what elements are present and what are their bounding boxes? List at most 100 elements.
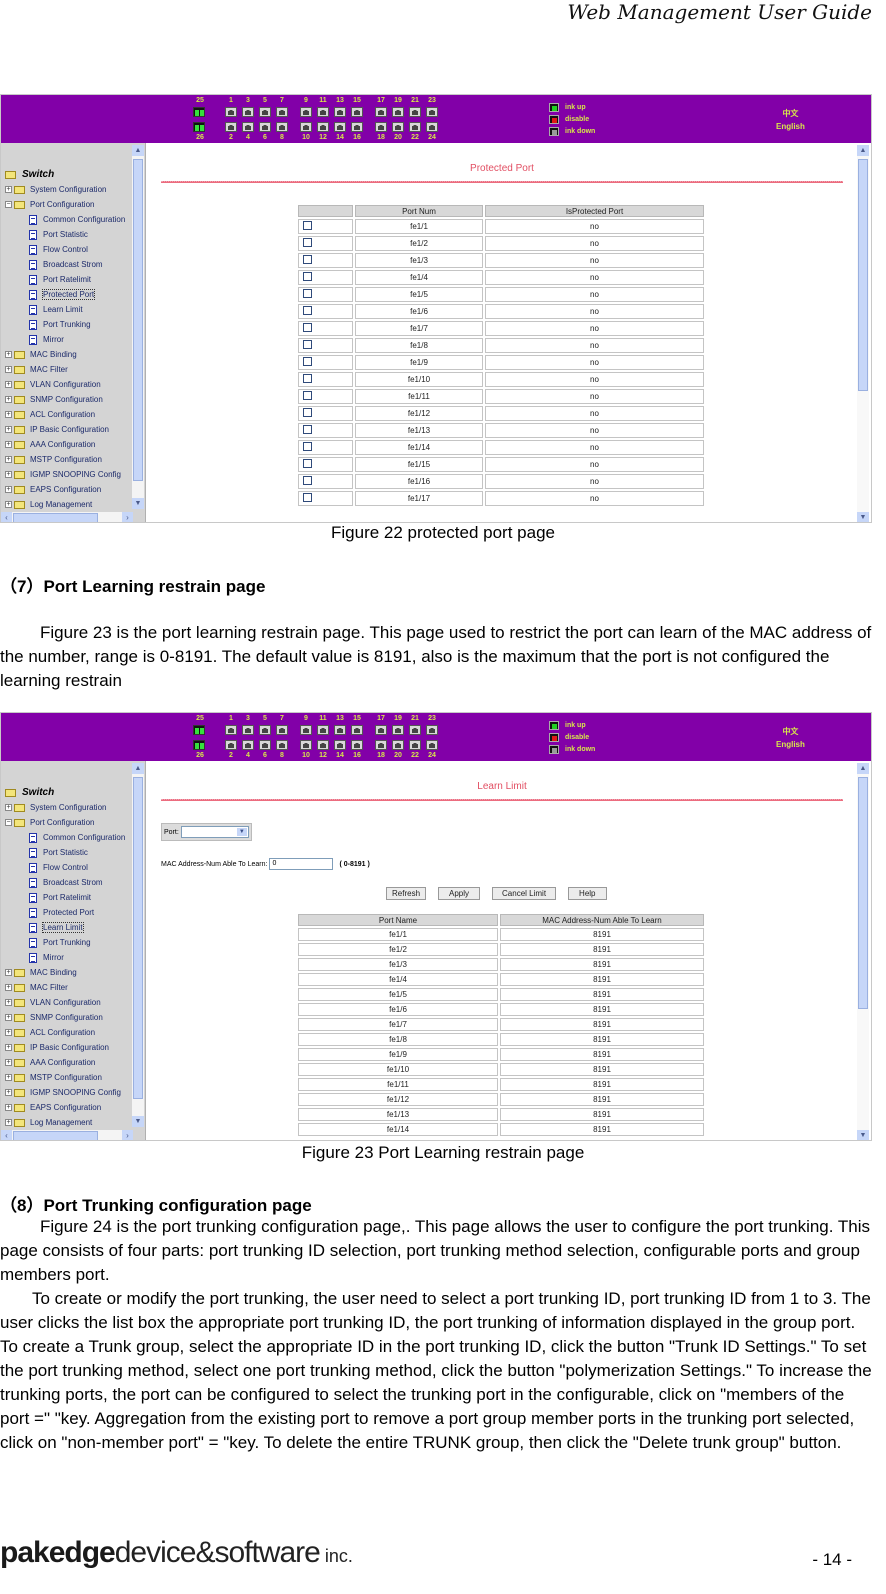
tree-item-label[interactable]: IP Basic Configuration (30, 1043, 109, 1052)
tree-item[interactable]: + MAC Binding (5, 347, 125, 362)
help-button[interactable]: Help (568, 887, 607, 900)
tree-item-label[interactable]: Log Management (30, 1118, 92, 1127)
tree-item-label[interactable]: Common Configuration (43, 833, 125, 842)
ethernet-port-icon[interactable] (225, 122, 237, 132)
ethernet-port-icon[interactable] (259, 740, 271, 750)
ethernet-port-icon[interactable] (375, 107, 387, 117)
expand-icon[interactable]: + (5, 1014, 12, 1021)
cancel-limit-button[interactable]: Cancel Limit (492, 887, 557, 900)
language-link[interactable]: 中文 (776, 107, 805, 120)
tree-item-label[interactable]: Mirror (43, 335, 64, 344)
scroll-up-icon[interactable]: ▲ (857, 145, 869, 156)
ethernet-port-icon[interactable] (300, 122, 312, 132)
tree-item[interactable]: + IGMP SNOOPING Config (5, 467, 125, 482)
tree-item-label[interactable]: Port Ratelimit (43, 275, 91, 284)
expand-icon[interactable]: + (5, 1029, 12, 1036)
ethernet-port-icon[interactable] (259, 122, 271, 132)
tree-item[interactable]: + System Configuration (5, 800, 125, 815)
tree-item[interactable]: Port Ratelimit (5, 890, 125, 905)
tree-item-label[interactable]: Port Trunking (43, 938, 91, 947)
expand-icon[interactable]: + (5, 396, 12, 403)
tree-item-label[interactable]: Port Statistic (43, 848, 88, 857)
tree-item[interactable]: + SNMP Configuration (5, 1010, 125, 1025)
expand-icon[interactable]: + (5, 804, 12, 811)
scroll-thumb[interactable] (13, 513, 98, 522)
tree-item-label[interactable]: MSTP Configuration (30, 1073, 102, 1082)
apply-button[interactable]: Apply (438, 887, 481, 900)
tree-item-label[interactable]: Protected Port (43, 908, 94, 917)
tree-item[interactable]: Port Statistic (5, 227, 125, 242)
expand-icon[interactable]: + (5, 1119, 12, 1126)
ethernet-port-icon[interactable] (334, 725, 346, 735)
tree-item-label[interactable]: MAC Filter (30, 365, 68, 374)
ethernet-port-icon[interactable] (276, 107, 288, 117)
mac-limit-input[interactable]: 0 (269, 858, 334, 870)
ethernet-port-icon[interactable] (375, 122, 387, 132)
tree-item-label[interactable]: MSTP Configuration (30, 455, 102, 464)
tree-item-label[interactable]: Port Configuration (30, 818, 94, 827)
tree-item[interactable]: + Log Management (5, 1115, 125, 1130)
expand-icon[interactable]: + (5, 984, 12, 991)
expand-icon[interactable]: + (5, 381, 12, 388)
tree-item[interactable]: Port Statistic (5, 845, 125, 860)
tree-item-label[interactable]: Flow Control (43, 245, 88, 254)
ethernet-port-icon[interactable] (375, 740, 387, 750)
expand-icon[interactable]: + (5, 1089, 12, 1096)
ethernet-port-icon[interactable] (300, 725, 312, 735)
tree-item[interactable]: Learn Limit (5, 920, 125, 935)
tree-item[interactable]: + MAC Binding (5, 965, 125, 980)
scroll-right-icon[interactable]: › (122, 512, 133, 522)
ethernet-port-icon[interactable] (276, 122, 288, 132)
tree-item-label[interactable]: Broadcast Strom (43, 878, 103, 887)
tree-item[interactable]: + ACL Configuration (5, 1025, 125, 1040)
tree-item-label[interactable]: AAA Configuration (30, 1058, 95, 1067)
tree-item[interactable]: + IP Basic Configuration (5, 1040, 125, 1055)
ethernet-port-icon[interactable] (426, 122, 438, 132)
uplink-port-icon[interactable] (193, 107, 205, 117)
tree-item-label[interactable]: Log Management (30, 500, 92, 509)
tree-item-label[interactable]: SNMP Configuration (30, 395, 103, 404)
tree-item-label[interactable]: IP Basic Configuration (30, 425, 109, 434)
tree-item-label[interactable]: Protected Port (41, 289, 96, 300)
tree-item[interactable]: + Log Management (5, 497, 125, 512)
tree-item-label[interactable]: IGMP SNOOPING Config (30, 470, 121, 479)
tree-item[interactable]: Learn Limit (5, 302, 125, 317)
ethernet-port-icon[interactable] (317, 740, 329, 750)
ethernet-port-icon[interactable] (426, 740, 438, 750)
scroll-thumb[interactable] (133, 777, 143, 1099)
tree-item[interactable]: Common Configuration (5, 830, 125, 845)
scroll-down-icon[interactable]: ▼ (132, 1116, 144, 1127)
ethernet-port-icon[interactable] (426, 725, 438, 735)
row-checkbox[interactable] (303, 255, 312, 264)
ethernet-port-icon[interactable] (351, 725, 363, 735)
ethernet-port-icon[interactable] (317, 725, 329, 735)
tree-item-label[interactable]: System Configuration (30, 185, 106, 194)
tree-item[interactable]: Port Trunking (5, 935, 125, 950)
expand-icon[interactable]: + (5, 969, 12, 976)
ethernet-port-icon[interactable] (317, 122, 329, 132)
ethernet-port-icon[interactable] (409, 107, 421, 117)
scroll-down-icon[interactable]: ▼ (857, 1130, 869, 1140)
expand-icon[interactable]: + (5, 486, 12, 493)
ethernet-port-icon[interactable] (351, 740, 363, 750)
tree-item[interactable]: + MSTP Configuration (5, 1070, 125, 1085)
scroll-right-icon[interactable]: › (122, 1130, 133, 1140)
tree-item[interactable]: Broadcast Strom (5, 257, 125, 272)
tree-item-label[interactable]: Port Trunking (43, 320, 91, 329)
ethernet-port-icon[interactable] (242, 122, 254, 132)
main-vertical-scrollbar[interactable]: ▲ ▼ (857, 763, 869, 1140)
main-vertical-scrollbar[interactable]: ▲ ▼ (857, 145, 869, 522)
tree-item-label[interactable]: MAC Binding (30, 350, 77, 359)
ethernet-port-icon[interactable] (300, 740, 312, 750)
tree-item-label[interactable]: SNMP Configuration (30, 1013, 103, 1022)
tree-item-label[interactable]: Common Configuration (43, 215, 125, 224)
tree-item[interactable]: + EAPS Configuration (5, 1100, 125, 1115)
tree-item[interactable]: − Port Configuration (5, 197, 125, 212)
row-checkbox[interactable] (303, 374, 312, 383)
scroll-left-icon[interactable]: ‹ (1, 512, 12, 522)
scroll-left-icon[interactable]: ‹ (1, 1130, 12, 1140)
tree-item-label[interactable]: Port Ratelimit (43, 893, 91, 902)
uplink-port-icon[interactable] (193, 725, 205, 735)
expand-icon[interactable]: + (5, 441, 12, 448)
tree-item-label[interactable]: Mirror (43, 953, 64, 962)
